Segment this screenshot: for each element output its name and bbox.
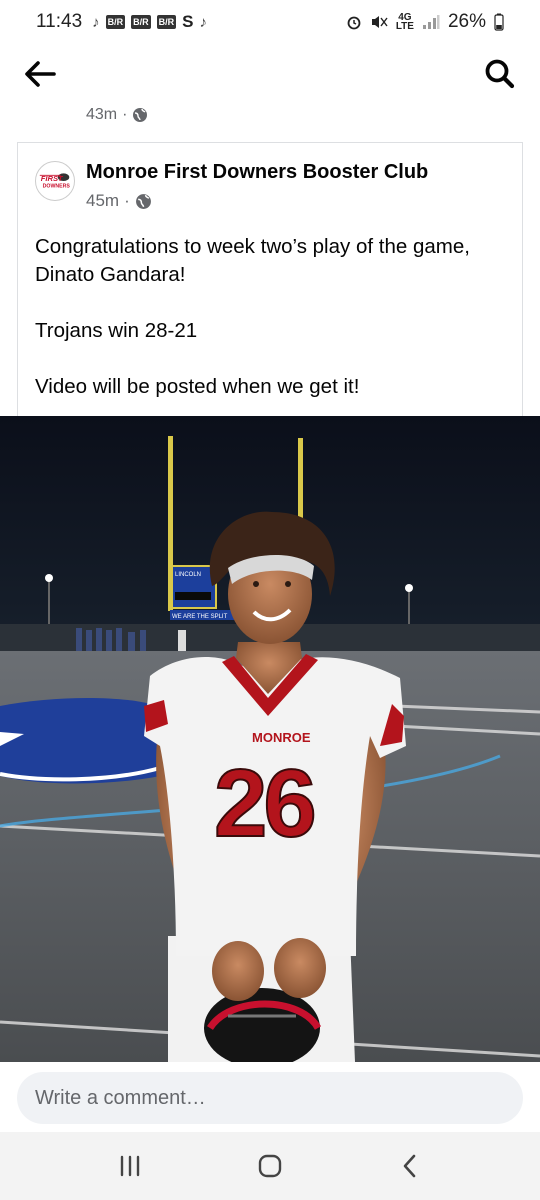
tiktok-icon: ♪ xyxy=(92,13,100,31)
status-left: 11:43 ♪ B/R B/R B/R S ♪ xyxy=(36,11,207,33)
nav-back-button[interactable] xyxy=(380,1141,440,1191)
post-author[interactable]: Monroe First Downers Booster Club xyxy=(86,161,428,184)
chevron-left-icon xyxy=(403,1154,416,1178)
booster-club-logo-icon: FIRST DOWNERS xyxy=(38,169,72,193)
back-button[interactable] xyxy=(20,56,60,92)
search-icon xyxy=(485,59,515,89)
br-badge-1: B/R xyxy=(105,15,126,29)
tiktok-icon-2: ♪ xyxy=(199,13,207,31)
search-button[interactable] xyxy=(482,56,518,92)
post-text: Congratulations to week two’s play of th… xyxy=(35,233,505,429)
app-bar xyxy=(0,44,540,106)
avatar-text-top: FIRST xyxy=(41,174,64,183)
s-app-icon: S xyxy=(182,12,194,31)
meta-separator: · xyxy=(122,106,128,123)
jersey-number: 26 xyxy=(214,750,313,857)
comment-input[interactable] xyxy=(17,1072,523,1124)
status-time: 11:43 xyxy=(36,11,83,32)
status-right: 4G LTE 26% xyxy=(346,11,504,33)
recents-icon xyxy=(120,1155,140,1177)
battery-icon xyxy=(494,13,504,31)
comment-bar xyxy=(0,1062,540,1132)
post-time[interactable]: 45m xyxy=(86,191,119,211)
post-meta: 45m · xyxy=(86,191,152,211)
arrow-left-icon xyxy=(25,61,56,87)
system-nav-bar xyxy=(0,1132,540,1200)
post-card: FIRST DOWNERS Monroe First Downers Boost… xyxy=(17,142,523,432)
signal-icon xyxy=(422,15,440,29)
scoreboard-name: LINCOLN xyxy=(175,572,201,578)
previous-post-meta: 43m · xyxy=(86,102,148,128)
mute-icon xyxy=(371,16,388,28)
post-paragraph: Trojans win 28-21 xyxy=(35,319,198,342)
recents-button[interactable] xyxy=(100,1141,160,1191)
status-bar: 11:43 ♪ B/R B/R B/R S ♪ 4G LTE 26% xyxy=(0,0,540,44)
globe-icon xyxy=(135,193,151,209)
post-photo[interactable]: LINCOLN WE ARE THE SPLIT MONROE 26 xyxy=(0,416,540,1062)
previous-post-time: 43m xyxy=(86,106,118,123)
br-badge-3: B/R xyxy=(156,15,177,29)
battery-percent: 26% xyxy=(447,11,486,32)
page-avatar[interactable]: FIRST DOWNERS xyxy=(35,161,75,201)
avatar-text-bottom: DOWNERS xyxy=(43,184,71,190)
post-paragraph: Congratulations to week two’s play of th… xyxy=(35,235,470,286)
post-paragraph: Video will be posted when we get it! xyxy=(35,375,360,398)
alarm-icon xyxy=(347,16,361,30)
globe-icon xyxy=(133,108,148,122)
meta-separator: · xyxy=(124,191,130,210)
home-icon xyxy=(258,1154,282,1178)
home-button[interactable] xyxy=(240,1141,300,1191)
banner-text: WE ARE THE SPLIT xyxy=(172,614,228,620)
field-logo xyxy=(0,697,160,784)
jersey-team-text: MONROE xyxy=(252,730,311,745)
network-icon: 4G LTE xyxy=(395,12,414,32)
football-player-photo: LINCOLN WE ARE THE SPLIT MONROE 26 xyxy=(0,416,540,1062)
br-badge-2: B/R xyxy=(131,15,151,29)
